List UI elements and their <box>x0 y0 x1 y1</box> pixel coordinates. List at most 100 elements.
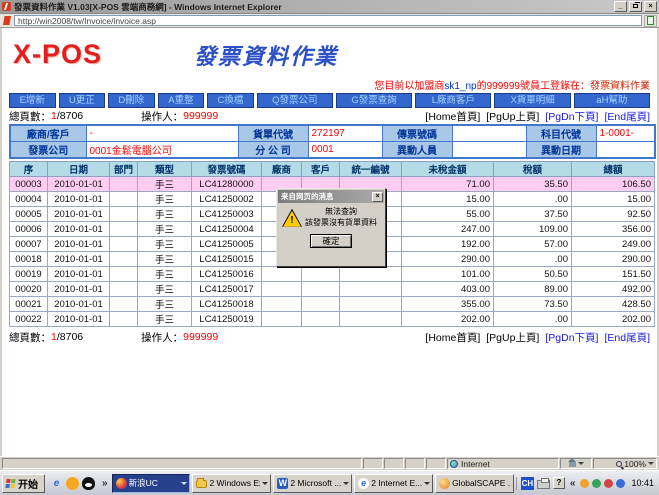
form-field[interactable]: 272197 <box>308 125 382 142</box>
form-label: 分 公 司 <box>238 142 308 159</box>
minimize-button[interactable]: _ <box>614 1 627 12</box>
table-cell: 101.00 <box>402 267 494 282</box>
pgup-nav[interactable]: [PgUp上頁] <box>486 109 539 124</box>
toolbar-button-5[interactable]: C換檔 <box>207 93 254 108</box>
table-cell <box>110 282 138 297</box>
printer-tray-icon[interactable] <box>537 480 550 489</box>
zoom-control[interactable]: 100% <box>593 458 657 469</box>
protected-mode-panel[interactable] <box>560 458 592 469</box>
address-bar: http://win2008/tw/Invoice/invoice.asp <box>0 14 659 28</box>
dialog-title-bar[interactable]: 来自网页的消息 × <box>278 190 384 203</box>
table-cell: 55.00 <box>402 207 494 222</box>
table-cell <box>110 207 138 222</box>
table-cell <box>340 297 402 312</box>
column-header: 發票號碼 <box>192 162 262 177</box>
title-bar[interactable]: 發票資料作業 V1.03[X-POS 雲端商務網] - Windows Inte… <box>0 0 659 14</box>
globe-icon <box>450 460 458 468</box>
task-group-chevron-icon[interactable] <box>181 482 187 485</box>
table-cell: 290.00 <box>572 252 655 267</box>
toolbar-button-10[interactable]: aH幫助 <box>574 93 650 108</box>
qq-quicklaunch-icon[interactable] <box>82 477 95 490</box>
ie-quicklaunch-icon[interactable]: e <box>50 477 63 490</box>
table-row[interactable]: 000222010-01-01手三LC41250019202.00.00202.… <box>10 312 655 327</box>
form-field[interactable]: 0001 <box>308 142 382 159</box>
toolbar-button-8[interactable]: L廠商客戶 <box>415 93 491 108</box>
login-mid: 的 <box>477 81 487 92</box>
task-group-chevron-icon[interactable] <box>262 482 268 485</box>
folder-icon <box>196 480 207 488</box>
taskbar-task-button[interactable]: 2 Windows Ex... <box>192 474 271 493</box>
table-cell <box>110 192 138 207</box>
table-cell <box>110 312 138 327</box>
table-cell <box>340 267 402 282</box>
ok-button[interactable]: 確定 <box>310 234 352 248</box>
total-pages: /8706 <box>57 110 83 122</box>
taskbar-task-button[interactable]: 新浪UC <box>112 474 191 493</box>
pgup-nav[interactable]: [PgUp上頁] <box>486 330 539 345</box>
table-cell <box>110 177 138 192</box>
table-cell: 109.00 <box>494 222 572 237</box>
player-tray-icon[interactable] <box>592 479 601 488</box>
table-cell: 2010-01-01 <box>48 237 110 252</box>
operator-id: 999999 <box>183 331 218 343</box>
clock[interactable]: 10:41 <box>628 478 657 488</box>
form-field[interactable] <box>596 142 655 159</box>
form-field[interactable]: 1-0001- <box>596 125 655 142</box>
toolbar-button-2[interactable]: U更正 <box>59 93 106 108</box>
form-label: 科目代號 <box>526 125 596 142</box>
task-group-chevron-icon[interactable] <box>424 482 430 485</box>
dialog-close-button[interactable]: × <box>372 192 383 202</box>
toolbar-button-7[interactable]: G發票查詢 <box>336 93 412 108</box>
toolbar-button-4[interactable]: A重整 <box>158 93 205 108</box>
end-page-nav[interactable]: [End尾頁] <box>604 109 650 124</box>
table-cell: 428.50 <box>572 297 655 312</box>
toolbar-button-6[interactable]: Q發票公司 <box>257 93 333 108</box>
form-label: 異動人員 <box>382 142 452 159</box>
url-input[interactable]: http://win2008/tw/Invoice/invoice.asp <box>14 15 642 26</box>
home-page-nav[interactable]: [Home首頁] <box>425 109 480 124</box>
messenger-tray-icon[interactable] <box>604 479 613 488</box>
page-action-button[interactable] <box>644 15 657 27</box>
table-cell: 151.50 <box>572 267 655 282</box>
toolbar-button-1[interactable]: E增新 <box>9 93 56 108</box>
messenger-quicklaunch-icon[interactable] <box>66 477 79 490</box>
tray-collapse-chevron[interactable]: « <box>568 478 578 489</box>
help-tray-button[interactable]: ? <box>553 477 565 489</box>
table-cell <box>110 222 138 237</box>
task-label: 新浪UC <box>129 477 180 489</box>
taskbar-task-button[interactable]: GlobalSCAPE ... <box>435 474 514 493</box>
table-cell: 手三 <box>138 177 192 192</box>
taskbar-task-button[interactable]: W2 Microsoft ... <box>273 474 352 493</box>
start-button[interactable]: 开始 <box>2 474 45 493</box>
table-row[interactable]: 000202010-01-01手三LC41250017403.0089.0049… <box>10 282 655 297</box>
uc-icon <box>116 478 127 489</box>
windows-flag-icon <box>5 479 15 488</box>
task-group-chevron-icon[interactable] <box>343 482 349 485</box>
login-suffix: 號員工登錄在： <box>520 81 590 92</box>
table-cell: 57.00 <box>494 237 572 252</box>
restore-button[interactable] <box>629 1 642 12</box>
login-location-link[interactable]: 發票資料作業 <box>590 81 650 92</box>
home-page-nav[interactable]: [Home首頁] <box>425 330 480 345</box>
form-field[interactable]: - <box>86 125 238 142</box>
pgdn-nav[interactable]: [PgDn下頁] <box>545 330 598 345</box>
table-row[interactable]: 000212010-01-01手三LC41250018355.0073.5042… <box>10 297 655 312</box>
lock-tray-icon[interactable] <box>580 479 589 488</box>
close-button[interactable]: × <box>644 1 657 12</box>
taskbar-task-button[interactable]: e2 Internet E... <box>354 474 433 493</box>
operator-label: 操作人： <box>141 330 183 345</box>
network-tray-icon[interactable] <box>616 479 625 488</box>
table-cell: 手三 <box>138 222 192 237</box>
form-field[interactable] <box>452 142 526 159</box>
form-field[interactable] <box>452 125 526 142</box>
toolbar-button-3[interactable]: D刪除 <box>108 93 155 108</box>
end-page-nav[interactable]: [End尾頁] <box>604 330 650 345</box>
table-row[interactable]: 000192010-01-01手三LC41250016101.0050.5015… <box>10 267 655 282</box>
table-cell: 手三 <box>138 252 192 267</box>
language-indicator[interactable]: CH <box>521 477 534 490</box>
webpage-message-dialog: 来自网页的消息 × ! 無法查詢 該發票沒有貨單資料 確定 <box>276 188 386 267</box>
quicklaunch-overflow-chevron[interactable]: » <box>100 478 110 489</box>
pgdn-nav[interactable]: [PgDn下頁] <box>545 109 598 124</box>
toolbar-button-9[interactable]: X貨單明細 <box>494 93 570 108</box>
form-field[interactable]: 0001金鬆電腦公司 <box>86 142 238 159</box>
